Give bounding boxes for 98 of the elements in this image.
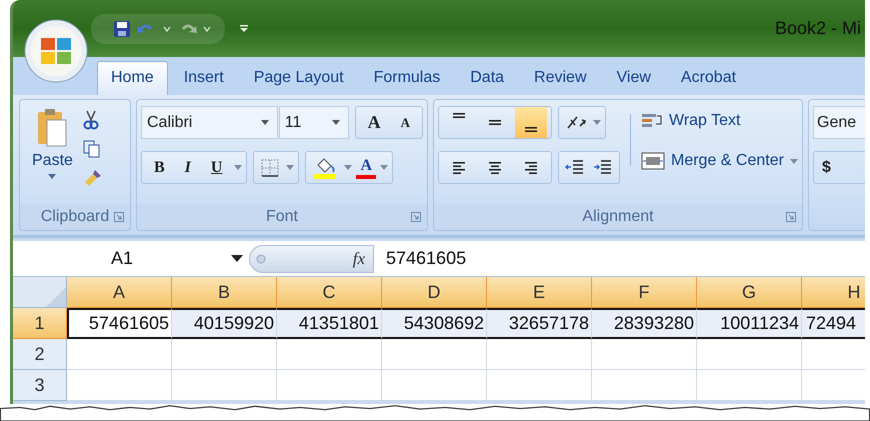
merge-cells-icon — [641, 152, 665, 170]
bold-button[interactable]: B — [146, 158, 173, 176]
table-cell[interactable] — [67, 339, 172, 370]
table-cell[interactable] — [487, 339, 592, 370]
table-cell[interactable] — [172, 339, 277, 370]
ribbon-tab[interactable]: Data — [456, 61, 518, 95]
align-icon — [489, 162, 501, 174]
ribbon-tab[interactable]: Formulas — [360, 61, 454, 95]
font-size-dropdown[interactable]: 11 — [278, 106, 349, 139]
fill-color-icon[interactable] — [312, 156, 338, 178]
column-header[interactable]: C — [277, 277, 382, 308]
group-label: Font — [266, 208, 298, 226]
merge-center-button[interactable]: Merge & Center — [641, 152, 798, 170]
column-header[interactable]: H — [802, 277, 865, 308]
caret-icon — [332, 120, 340, 125]
caret-icon[interactable] — [593, 120, 601, 125]
caret-icon[interactable] — [163, 26, 171, 32]
table-cell[interactable] — [277, 370, 382, 401]
table-cell[interactable] — [382, 339, 487, 370]
borders-icon[interactable] — [260, 158, 280, 178]
insert-function-button[interactable]: fx — [352, 248, 365, 268]
caret-icon — [260, 120, 269, 125]
align-icon — [453, 113, 465, 118]
table-cell[interactable]: 28393280 — [592, 308, 697, 339]
ribbon-tab[interactable]: Page Layout — [240, 61, 358, 95]
table-cell[interactable] — [382, 370, 487, 401]
number-format-dropdown[interactable]: Gene — [813, 106, 865, 139]
table-cell[interactable]: 40159920 — [172, 308, 277, 339]
table-cell[interactable] — [487, 370, 592, 401]
name-box[interactable]: A1 — [13, 248, 249, 269]
column-header[interactable]: F — [592, 277, 697, 308]
text-orientation-icon[interactable] — [565, 114, 587, 132]
resize-handle-icon[interactable] — [256, 254, 266, 264]
table-cell[interactable] — [697, 339, 802, 370]
group-label: Clipboard — [40, 208, 110, 226]
column-header[interactable]: A — [67, 277, 172, 308]
increase-indent-icon[interactable] — [593, 158, 613, 176]
caret-icon[interactable] — [380, 165, 388, 170]
caret-icon[interactable] — [203, 26, 211, 32]
table-cell[interactable]: 54308692 — [382, 308, 487, 339]
align-icon — [489, 120, 501, 125]
paste-button[interactable]: Paste — [30, 106, 75, 204]
decrease-indent-icon[interactable] — [565, 158, 585, 176]
column-header[interactable]: G — [697, 277, 802, 308]
table-cell[interactable] — [592, 339, 697, 370]
formula-field[interactable]: 57461605 — [374, 248, 466, 269]
caret-icon[interactable] — [344, 165, 352, 170]
customize-icon[interactable] — [239, 24, 249, 34]
dialog-launcher-icon[interactable] — [411, 212, 421, 222]
caret-icon[interactable] — [286, 165, 294, 170]
column-header[interactable]: E — [487, 277, 592, 308]
ribbon-tab[interactable]: Insert — [170, 61, 238, 95]
save-icon[interactable] — [113, 20, 131, 38]
table-cell[interactable] — [697, 370, 802, 401]
align-icon — [525, 127, 537, 132]
ribbon-tab[interactable]: Home — [97, 61, 168, 95]
clipboard-icon — [37, 108, 68, 148]
wrap-text-icon — [641, 112, 663, 130]
dialog-launcher-icon[interactable] — [114, 212, 124, 222]
row-header[interactable]: 3 — [13, 370, 67, 401]
ribbon-tab[interactable]: View — [602, 61, 665, 95]
ribbon-tab[interactable]: Acrobat — [666, 61, 750, 95]
column-header[interactable]: D — [382, 277, 487, 308]
column-header[interactable]: B — [172, 277, 277, 308]
shrink-font-button[interactable]: A — [392, 114, 418, 130]
currency-button[interactable]: $ — [813, 151, 865, 184]
caret-icon — [48, 174, 56, 179]
row-header[interactable]: 1 — [13, 308, 67, 339]
align-icon — [525, 162, 537, 174]
vertical-align-button[interactable] — [515, 107, 547, 138]
table-cell[interactable] — [172, 370, 277, 401]
caret-icon[interactable] — [234, 165, 242, 170]
table-cell[interactable] — [277, 339, 382, 370]
underline-button[interactable]: U — [202, 158, 230, 176]
format-painter-icon[interactable] — [82, 168, 103, 188]
wrap-text-button[interactable]: Wrap Text — [641, 112, 798, 130]
copy-icon[interactable] — [82, 140, 101, 158]
italic-button[interactable]: I — [176, 158, 199, 176]
grow-font-button[interactable]: A — [360, 112, 389, 133]
row-header[interactable]: 2 — [13, 339, 67, 370]
table-cell[interactable]: 41351801 — [277, 308, 382, 339]
table-cell[interactable] — [592, 370, 697, 401]
table-cell[interactable]: 32657178 — [487, 308, 592, 339]
caret-icon — [790, 158, 798, 164]
select-all-button[interactable] — [13, 277, 67, 308]
table-cell[interactable]: 10011234 — [697, 308, 802, 339]
cut-icon[interactable] — [82, 110, 99, 130]
caret-icon — [231, 255, 243, 262]
font-name-dropdown[interactable]: Calibri — [141, 106, 278, 139]
font-color-button[interactable]: A — [356, 156, 376, 178]
group-label: Alignment — [582, 208, 654, 226]
align-icon — [453, 162, 465, 174]
window-title: Book2 - Mi — [774, 18, 861, 39]
ribbon-tab[interactable]: Review — [520, 61, 601, 95]
table-cell[interactable] — [67, 370, 172, 401]
table-cell[interactable]: 72494 — [802, 308, 865, 339]
table-cell[interactable]: 57461605 — [67, 308, 172, 339]
dialog-launcher-icon[interactable] — [786, 212, 796, 222]
